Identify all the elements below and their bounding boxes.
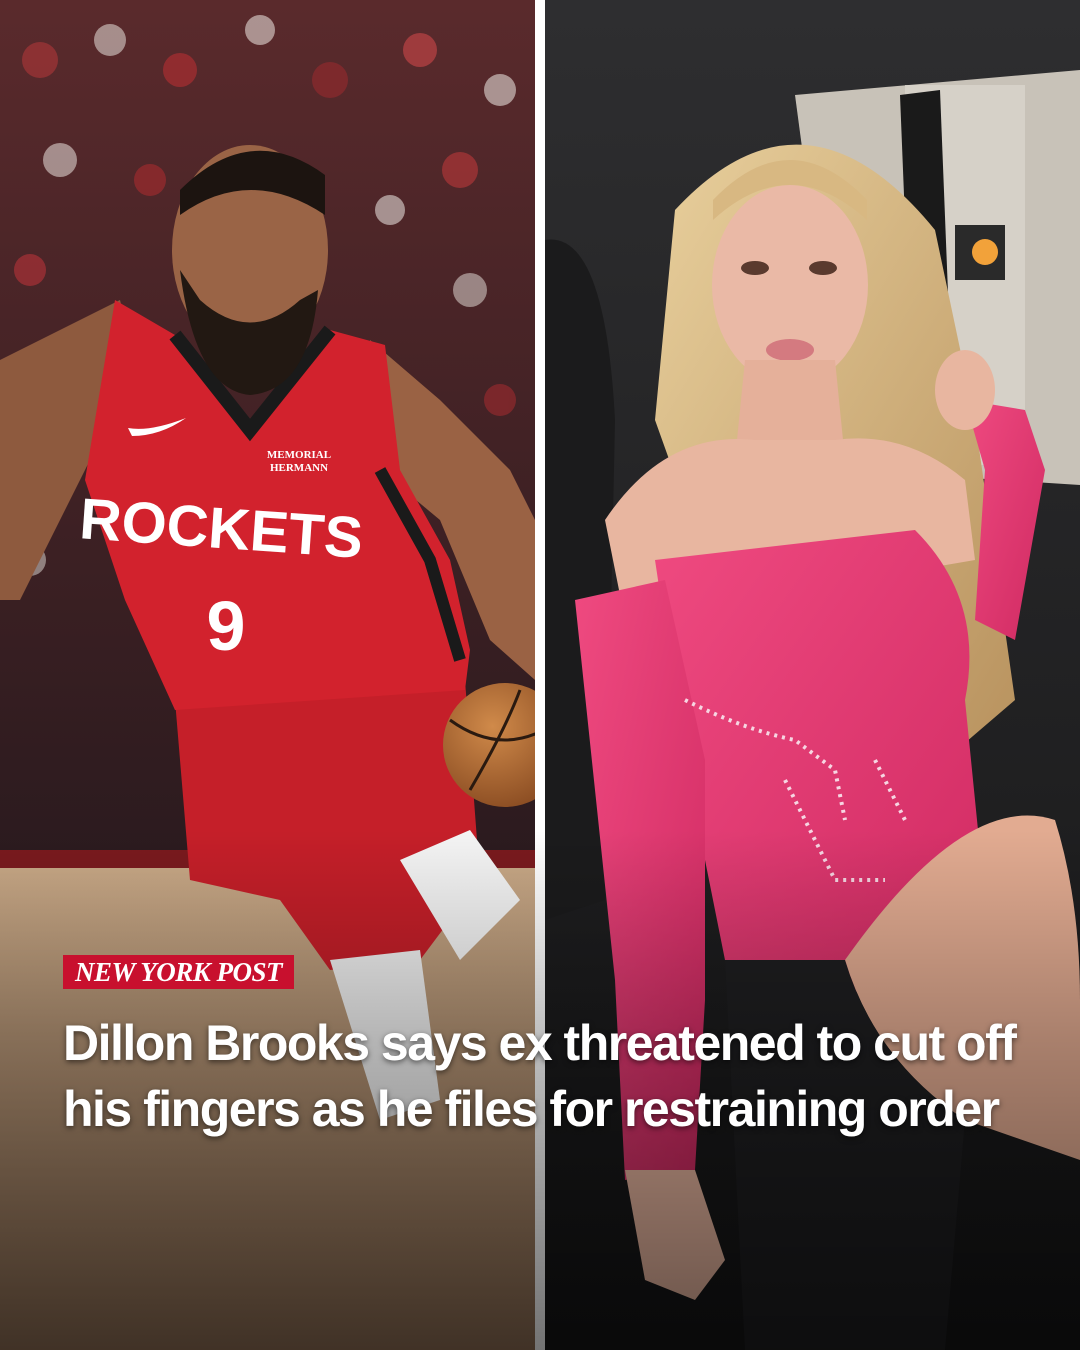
jersey-number: 9 bbox=[207, 587, 246, 665]
brand-name: NEW YORK POST bbox=[75, 957, 283, 987]
post-canvas: MEMORIAL HERMANN ROCKETS 9 NEW YORK POST… bbox=[0, 0, 1080, 1350]
right-photo-panel bbox=[545, 0, 1080, 1350]
woman-in-car-photo bbox=[545, 0, 1080, 1350]
basketball-player-photo: MEMORIAL HERMANN ROCKETS 9 bbox=[0, 0, 535, 1350]
jersey-sponsor-line2: HERMANN bbox=[270, 462, 328, 474]
jersey-sponsor-line1: MEMORIAL bbox=[267, 449, 331, 461]
new-york-post-logo: NEW YORK POST bbox=[63, 955, 295, 989]
panel-divider bbox=[535, 0, 545, 1350]
headline: Dillon Brooks says ex threatened to cut … bbox=[63, 1015, 1017, 1137]
left-photo-panel: MEMORIAL HERMANN ROCKETS 9 bbox=[0, 0, 535, 1350]
